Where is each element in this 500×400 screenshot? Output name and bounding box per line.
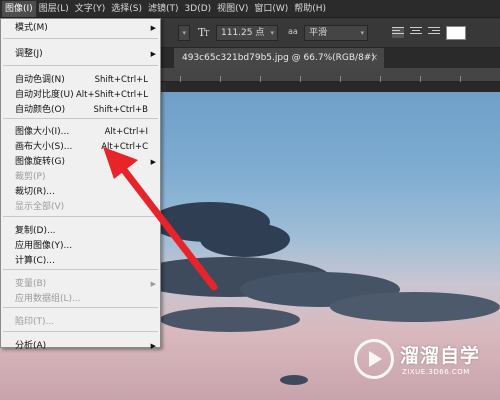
menu-item-label: 调整(J) <box>15 49 43 59</box>
menu-item-auto-color[interactable]: 自动颜色(O) Shift+Ctrl+B <box>1 103 160 118</box>
menu-item-label: 陷印(T)... <box>15 317 55 327</box>
document-tab[interactable]: 493c65c321bd79b5.jpg @ 66.7%(RGB/8#) × <box>174 48 384 68</box>
menu-item-trim[interactable]: 裁切(R)... <box>1 185 160 200</box>
menu-separator <box>3 331 158 332</box>
menu-item-variables: 变量(B) ▶ <box>1 277 160 292</box>
cloud-shape <box>160 307 300 332</box>
menu-item-duplicate[interactable]: 复制(D)... <box>1 224 160 239</box>
menu-separator <box>3 307 158 308</box>
menu-item-analysis[interactable]: 分析(A) ▶ <box>1 339 160 354</box>
menu-3d[interactable]: 3D(D) <box>182 1 215 17</box>
close-icon[interactable]: × <box>370 48 378 68</box>
canvas-area <box>166 82 500 92</box>
cloud-shape <box>330 292 500 322</box>
chevron-down-icon: ▾ <box>182 29 186 37</box>
text-color-swatch[interactable] <box>446 26 466 40</box>
menu-item-apply-data-set: 应用数据组(L)... <box>1 292 160 307</box>
menu-item-canvas-size[interactable]: 画布大小(S)... Alt+Ctrl+C <box>1 140 160 155</box>
menu-help[interactable]: 帮助(H) <box>291 1 329 17</box>
menu-separator <box>3 38 158 39</box>
submenu-arrow-icon: ▶ <box>150 24 156 32</box>
menu-item-image-rotation[interactable]: 图像旋转(G) ▶ <box>1 155 160 170</box>
font-style-select[interactable]: ▾ <box>178 25 190 41</box>
horizontal-ruler <box>160 68 500 82</box>
menu-item-label: 模式(M) <box>15 23 48 33</box>
watermark: 溜溜自学 ZIXUE.3D66.COM <box>352 335 492 385</box>
menu-item-auto-tone[interactable]: 自动色调(N) Shift+Ctrl+L <box>1 73 160 88</box>
chevron-down-icon: ▾ <box>360 29 364 37</box>
font-size-icon-small: T <box>204 29 210 38</box>
menu-item-calculations[interactable]: 计算(C)... <box>1 254 160 269</box>
menu-bar: 图像(I) 图层(L) 文字(Y) 选择(S) 滤镜(T) 3D(D) 视图(V… <box>0 0 500 18</box>
menu-layer[interactable]: 图层(L) <box>36 1 72 17</box>
menu-item-auto-contrast[interactable]: 自动对比度(U) Alt+Shift+Ctrl+L <box>1 88 160 103</box>
menu-item-shortcut: Shift+Ctrl+B <box>93 105 148 115</box>
image-menu-dropdown: 模式(M) ▶ 调整(J) ▶ 自动色调(N) Shift+Ctrl+L 自动对比度(U) A… <box>0 18 161 351</box>
menu-separator <box>3 118 158 119</box>
menu-item-apply-image[interactable]: 应用图像(Y)... <box>1 239 160 254</box>
menu-item-shortcut: Alt+Shift+Ctrl+L <box>75 90 148 100</box>
document-tab-bar: 493c65c321bd79b5.jpg @ 66.7%(RGB/8#) × <box>160 48 500 68</box>
align-left-icon[interactable] <box>392 27 404 38</box>
menu-item-shortcut: Alt+Ctrl+I <box>104 127 148 137</box>
menu-item-trap: 陷印(T)... <box>1 315 160 330</box>
font-size-value: 111.25 点 <box>221 28 265 38</box>
menu-item-crop: 裁剪(P) <box>1 170 160 185</box>
menu-item-reveal-all: 显示全部(V) <box>1 200 160 215</box>
menu-filter[interactable]: 滤镜(T) <box>145 1 182 17</box>
antialias-icon: aa <box>288 27 298 36</box>
submenu-arrow-icon: ▶ <box>150 50 156 58</box>
menu-item-label: 裁剪(P) <box>15 172 46 182</box>
menu-item-label: 图像大小(I)... <box>15 127 70 137</box>
menu-item-label: 分析(A) <box>15 341 47 351</box>
font-size-select[interactable]: 111.25 点 ▾ <box>216 25 278 41</box>
menu-item-label: 自动对比度(U) <box>15 90 74 100</box>
menu-item-label: 裁切(R)... <box>15 187 55 197</box>
menu-item-label: 图像旋转(G) <box>15 157 65 167</box>
align-center-icon[interactable] <box>410 27 422 38</box>
align-right-icon[interactable] <box>428 27 440 38</box>
document-tab-title: 493c65c321bd79b5.jpg @ 66.7%(RGB/8#) <box>182 53 375 63</box>
play-logo-icon <box>354 339 394 379</box>
watermark-name: 溜溜自学 <box>400 345 481 367</box>
cloud-shape <box>280 375 308 385</box>
submenu-arrow-icon: ▶ <box>150 342 156 350</box>
menu-item-label: 计算(C)... <box>15 256 55 266</box>
menu-item-label: 自动颜色(O) <box>15 105 66 115</box>
menu-select[interactable]: 选择(S) <box>108 1 145 17</box>
menu-separator <box>3 269 158 270</box>
submenu-arrow-icon: ▶ <box>150 280 156 288</box>
menu-window[interactable]: 窗口(W) <box>251 1 291 17</box>
submenu-arrow-icon: ▶ <box>150 158 156 166</box>
menu-item-adjustments[interactable]: 调整(J) ▶ <box>1 47 160 62</box>
cloud-shape <box>200 222 290 257</box>
antialias-select[interactable]: 平滑 ▾ <box>304 25 368 41</box>
menu-image[interactable]: 图像(I) <box>2 0 36 17</box>
menu-item-shortcut: Alt+Ctrl+C <box>101 142 148 152</box>
menu-item-label: 画布大小(S)... <box>15 142 73 152</box>
options-bar: ▾ T T 111.25 点 ▾ aa 平滑 ▾ <box>160 18 500 48</box>
antialias-value: 平滑 <box>309 28 328 38</box>
menu-item-label: 应用图像(Y)... <box>15 241 73 251</box>
menu-item-label: 应用数据组(L)... <box>15 294 81 304</box>
antialias-label: a <box>292 27 298 36</box>
watermark-url: ZIXUE.3D66.COM <box>402 368 470 376</box>
menu-item-label: 显示全部(V) <box>15 202 65 212</box>
menu-item-label: 变量(B) <box>15 279 47 289</box>
menu-type[interactable]: 文字(Y) <box>72 1 109 17</box>
menu-item-image-size[interactable]: 图像大小(I)... Alt+Ctrl+I <box>1 125 160 140</box>
menu-item-label: 自动色调(N) <box>15 75 65 85</box>
menu-item-shortcut: Shift+Ctrl+L <box>94 75 148 85</box>
menu-separator <box>3 65 158 66</box>
menu-separator <box>3 216 158 217</box>
chevron-down-icon: ▾ <box>270 29 274 37</box>
menu-item-mode[interactable]: 模式(M) ▶ <box>1 21 160 36</box>
menu-view[interactable]: 视图(V) <box>214 1 251 17</box>
menu-item-label: 复制(D)... <box>15 226 56 236</box>
